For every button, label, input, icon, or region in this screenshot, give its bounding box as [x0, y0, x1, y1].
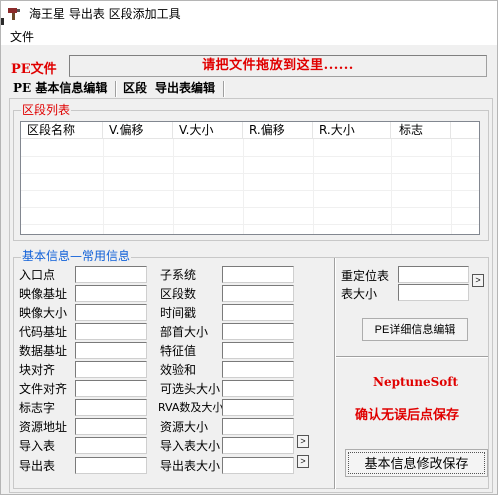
basic-info-title: 基本信息—常用信息	[21, 249, 132, 263]
table-size-field[interactable]	[398, 284, 469, 301]
import-table-label: 导入表	[19, 439, 56, 453]
section-align-field[interactable]	[75, 361, 147, 378]
reloc-expand-button[interactable]: >	[472, 274, 484, 287]
section-count-label: 区段数	[160, 287, 197, 301]
tab-pe-basic-info[interactable]: PE 基本信息编辑	[13, 79, 107, 99]
header-size-field[interactable]	[222, 323, 294, 340]
grid-line	[21, 156, 479, 157]
grid-line	[451, 139, 452, 234]
section-list-title: 区段列表	[21, 103, 72, 117]
pe-detail-edit-label: PE详细信息编辑	[374, 324, 456, 336]
tab-separator	[223, 81, 225, 97]
col-section-name[interactable]: 区段名称	[21, 122, 103, 139]
window-title: 海王星 导出表 区段添加工具	[29, 7, 181, 21]
brand-label: NeptuneSoft	[373, 375, 458, 389]
code-base-field[interactable]	[75, 323, 147, 340]
entry-point-field[interactable]	[75, 266, 147, 283]
table-size-label: 表大小	[341, 287, 378, 301]
header-size-label: 部首大小	[160, 325, 209, 339]
timestamp-label: 时间戳	[160, 306, 197, 320]
export-table-label: 导出表	[19, 459, 56, 473]
rva-count-field[interactable]	[222, 399, 294, 416]
import-table-size-field[interactable]	[222, 437, 294, 454]
resource-address-label: 资源地址	[19, 420, 68, 434]
save-hint: 确认无误后点保存	[355, 408, 460, 423]
hammer-app-icon	[8, 8, 20, 20]
image-size-field[interactable]	[75, 304, 147, 321]
menu-file[interactable]: 文件	[10, 28, 34, 45]
grid-line	[21, 224, 479, 225]
grid-line	[313, 139, 314, 234]
section-count-field[interactable]	[222, 285, 294, 302]
export-table-size-field[interactable]	[222, 457, 294, 474]
export-table-size-label: 导出表大小	[160, 459, 221, 473]
reloc-table-label: 重定位表	[341, 269, 390, 283]
file-align-label: 文件对齐	[19, 382, 68, 396]
file-align-field[interactable]	[75, 380, 147, 397]
subsystem-field[interactable]	[222, 266, 294, 283]
rva-count-label: RVA数及大小	[158, 401, 224, 414]
characteristics-label: 特征值	[160, 344, 197, 358]
entry-point-label: 入口点	[19, 268, 56, 282]
save-basic-info-button[interactable]: 基本信息修改保存	[345, 449, 488, 477]
grid-line	[243, 139, 244, 234]
col-v-offset[interactable]: V.偏移	[103, 122, 173, 139]
tab-export-table[interactable]: 导出表编辑	[155, 79, 215, 99]
col-v-size[interactable]: V.大小	[173, 122, 243, 139]
optional-header-size-field[interactable]	[222, 380, 294, 397]
tab-separator	[115, 81, 117, 97]
characteristics-field[interactable]	[222, 342, 294, 359]
col-flags[interactable]: 标志	[391, 122, 451, 139]
title-bar: 海王星 导出表 区段添加工具	[1, 1, 497, 25]
resource-size-field[interactable]	[222, 418, 294, 435]
grid-line	[21, 207, 479, 208]
drop-hint: 请把文件拖放到这里......	[202, 58, 354, 73]
checksum-label: 效验和	[160, 363, 197, 377]
import-table-size-label: 导入表大小	[160, 439, 221, 453]
export-table-expand-button[interactable]: >	[297, 455, 309, 468]
export-table-field[interactable]	[75, 457, 147, 474]
section-list-header: 区段名称 V.偏移 V.大小 R.偏移 R.大小 标志	[21, 122, 479, 139]
horizontal-divider	[336, 356, 488, 358]
grid-line	[21, 173, 479, 174]
image-base-label: 映像基址	[19, 287, 68, 301]
pe-file-label: PE文件	[11, 62, 57, 77]
data-base-field[interactable]	[75, 342, 147, 359]
flag-word-label: 标志字	[19, 401, 56, 415]
grid-line	[103, 139, 104, 234]
file-drop-zone[interactable]: 请把文件拖放到这里......	[69, 55, 487, 77]
flag-word-field[interactable]	[75, 399, 147, 416]
code-base-label: 代码基址	[19, 325, 68, 339]
main-window: 海王星 导出表 区段添加工具 文件 PE文件 请把文件拖放到这里...... P…	[0, 0, 498, 495]
col-r-size[interactable]: R.大小	[313, 122, 391, 139]
resource-size-label: 资源大小	[160, 420, 209, 434]
focus-ring	[348, 452, 485, 474]
menu-bar: 文件	[1, 25, 497, 45]
grid-line	[391, 139, 392, 234]
reloc-table-field[interactable]	[398, 266, 469, 283]
checksum-field[interactable]	[222, 361, 294, 378]
image-size-label: 映像大小	[19, 306, 68, 320]
optional-header-size-label: 可选头大小	[160, 382, 221, 396]
pe-detail-edit-button[interactable]: PE详细信息编辑	[362, 318, 468, 341]
section-list[interactable]: 区段名称 V.偏移 V.大小 R.偏移 R.大小 标志	[20, 121, 480, 235]
timestamp-field[interactable]	[222, 304, 294, 321]
import-table-field[interactable]	[75, 437, 147, 454]
subsystem-label: 子系统	[160, 268, 197, 282]
image-base-field[interactable]	[75, 285, 147, 302]
section-align-label: 块对齐	[19, 363, 56, 377]
grid-line	[21, 190, 479, 191]
import-table-expand-button[interactable]: >	[297, 435, 309, 448]
data-base-label: 数据基址	[19, 344, 68, 358]
resource-address-field[interactable]	[75, 418, 147, 435]
col-r-offset[interactable]: R.偏移	[243, 122, 313, 139]
vertical-divider	[334, 258, 336, 489]
tab-sections[interactable]: 区段	[123, 79, 147, 99]
grid-line	[173, 139, 174, 234]
